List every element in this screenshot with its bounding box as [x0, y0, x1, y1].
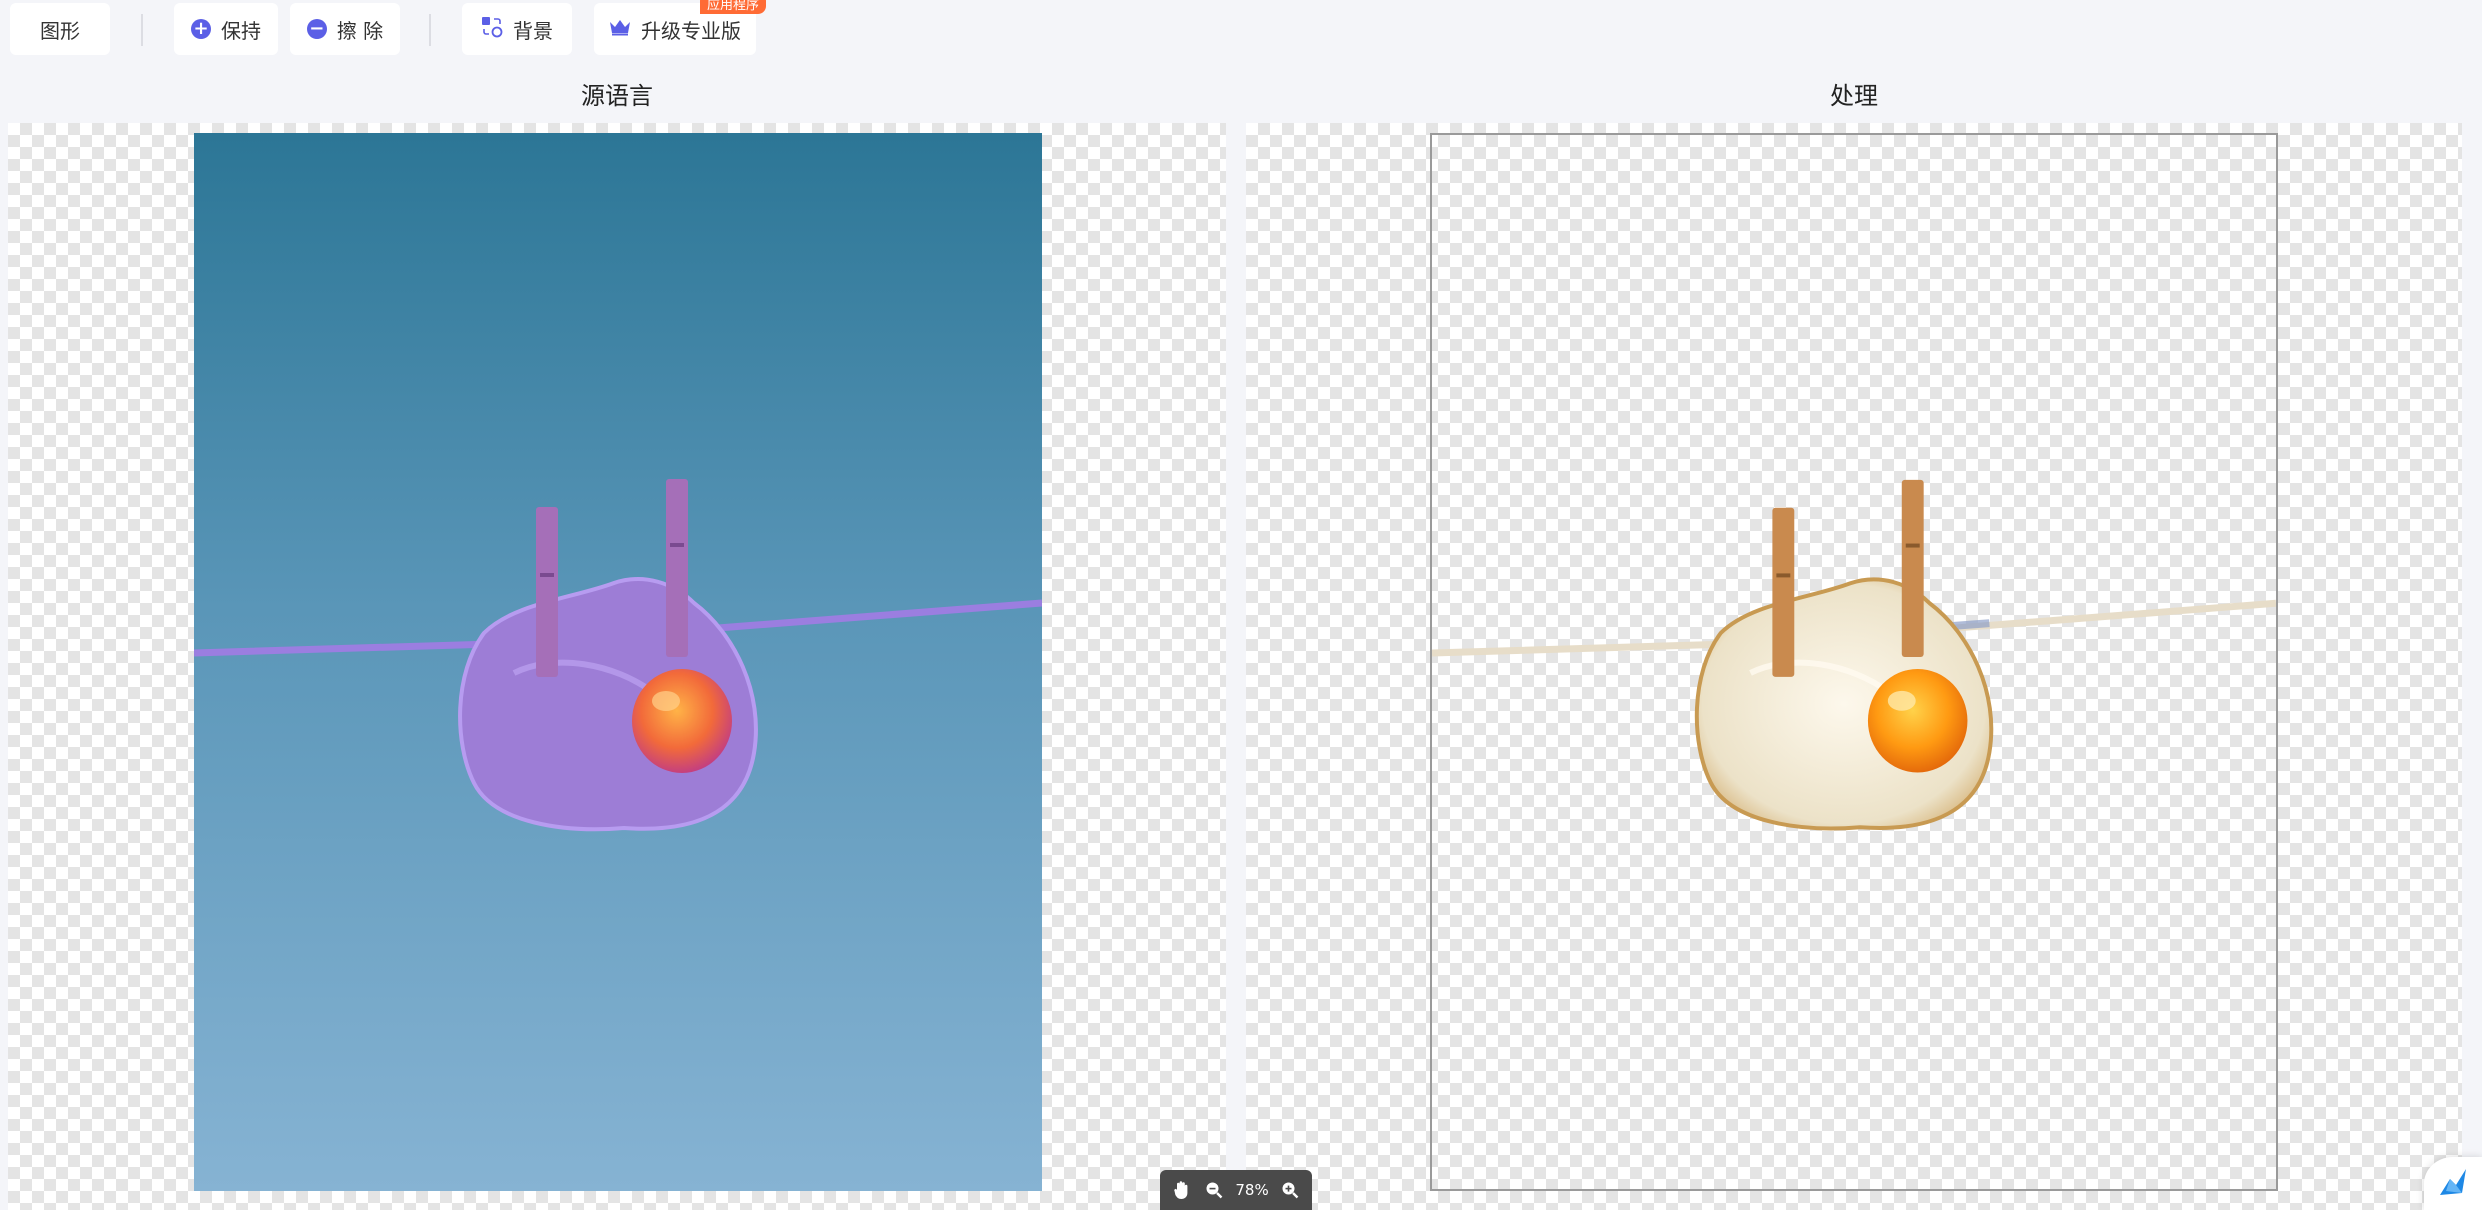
upgrade-label: 升级专业版: [641, 18, 741, 43]
zoom-level: 78%: [1235, 1181, 1269, 1199]
hand-pan-icon[interactable]: [1171, 1179, 1193, 1201]
source-panel-title: 源语言: [581, 82, 653, 110]
processed-image: [1430, 133, 2278, 1191]
source-image: [194, 133, 1042, 1191]
erase-label: 擦 除: [336, 18, 384, 43]
shape-button[interactable]: 图形: [10, 3, 110, 55]
assistant-float-button[interactable]: [2424, 1157, 2482, 1210]
toolbar-divider: [141, 14, 143, 46]
toolbar-divider: [429, 14, 431, 46]
upgrade-pro-button[interactable]: 升级专业版 应用程序: [594, 0, 766, 55]
keep-button[interactable]: + 保持: [174, 3, 278, 55]
crown-icon: [609, 17, 631, 41]
background-button[interactable]: 背景: [462, 3, 572, 55]
background-swap-icon: [481, 16, 503, 43]
zoom-in-icon[interactable]: [1279, 1179, 1301, 1201]
zoom-toolbar: 78%: [1160, 1170, 1312, 1210]
zoom-out-icon[interactable]: [1203, 1179, 1225, 1201]
background-label: 背景: [513, 18, 553, 43]
erase-button[interactable]: − 擦 除: [290, 3, 400, 55]
app-badge: 应用程序: [699, 0, 766, 14]
plus-circle-icon: +: [191, 19, 211, 39]
app-logo-icon: [2436, 1165, 2470, 1203]
processed-panel-title: 处理: [1830, 82, 1878, 110]
shape-label: 图形: [40, 18, 80, 43]
minus-circle-icon: −: [306, 19, 327, 39]
keep-label: 保持: [221, 18, 261, 43]
